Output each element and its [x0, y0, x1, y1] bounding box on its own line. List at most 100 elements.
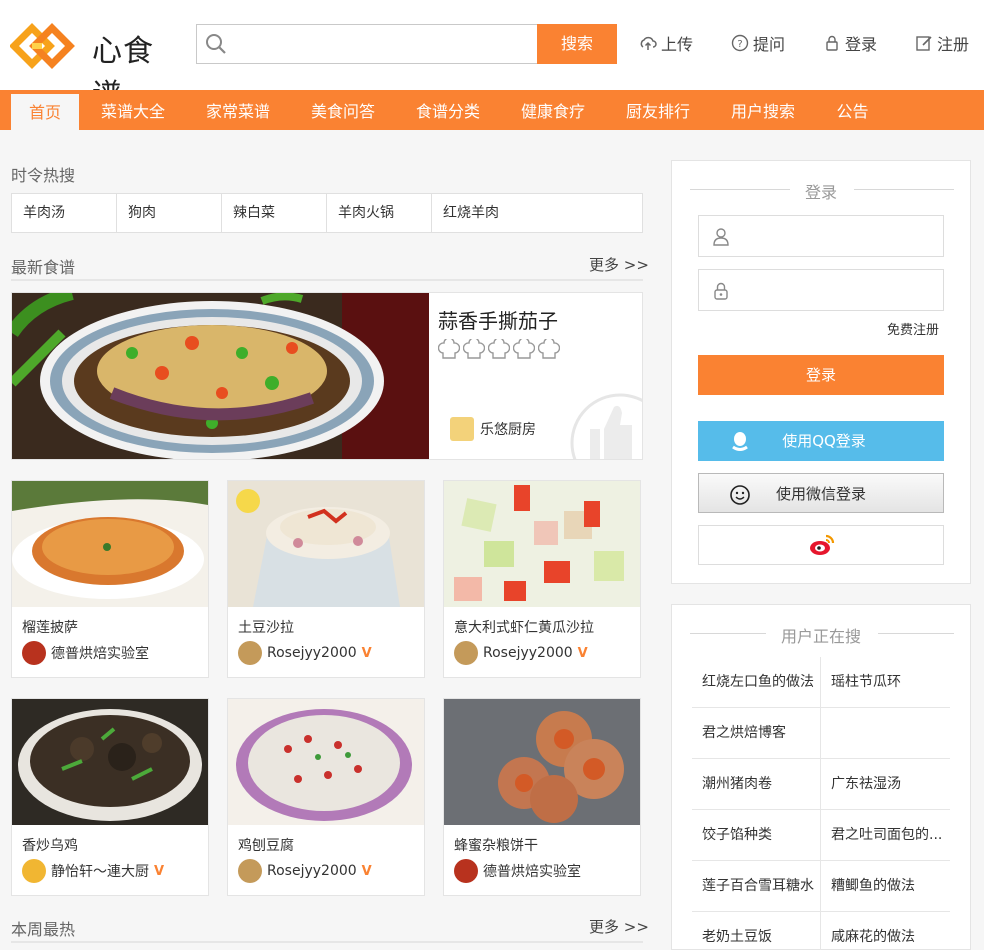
search-box: 搜索: [196, 24, 617, 64]
register-link[interactable]: 注册: [915, 32, 969, 54]
register-label: 注册: [937, 35, 970, 54]
recipe-card-author[interactable]: 德普烘焙实验室: [454, 859, 581, 883]
recipe-card[interactable]: 意大利式虾仁黄瓜沙拉 Rosejyy2000 V: [443, 480, 641, 678]
ask-link[interactable]: ? 提问: [731, 32, 785, 54]
search-term-link[interactable]: 红烧左口鱼的做法: [692, 657, 821, 707]
login-link[interactable]: 登录: [823, 32, 877, 54]
featured-recipe-author[interactable]: 乐悠厨房: [450, 417, 536, 441]
weekly-hot-title: 本周最热: [11, 920, 76, 939]
recipe-card-author[interactable]: 静怡轩～連大厨 V: [22, 859, 164, 883]
list-row: 君之烘焙博客: [692, 708, 950, 759]
user-icon: [713, 228, 729, 246]
avatar: [454, 641, 478, 665]
nav-item-notice[interactable]: 公告: [825, 90, 880, 130]
chicken-tofu-image: [228, 699, 424, 825]
search-term-link[interactable]: 瑶柱节瓜环: [821, 657, 950, 707]
search-term-link[interactable]: 莲子百合雪耳糖水: [692, 861, 821, 911]
free-register-link[interactable]: 免费注册: [887, 319, 939, 338]
wechat-login-label: 使用微信登录: [775, 485, 866, 503]
recipe-card-image[interactable]: [228, 699, 424, 825]
chef-hat-icon: [438, 339, 460, 359]
chef-hat-icon: [538, 339, 560, 359]
stir-fried-black-chicken-image: [12, 699, 208, 825]
recipe-card[interactable]: 蜂蜜杂粮饼干 德普烘焙实验室: [443, 698, 641, 896]
latest-more-link[interactable]: 更多 >>: [589, 254, 649, 275]
search-term-link[interactable]: 君之烘焙博客: [692, 708, 821, 758]
nav-item-home-cooking[interactable]: 家常菜谱: [195, 90, 281, 130]
recipe-card-author[interactable]: Rosejyy2000 V: [238, 641, 372, 665]
svg-text:?: ?: [737, 39, 742, 50]
hot-search-item[interactable]: 狗肉: [117, 194, 222, 232]
password-field[interactable]: [698, 269, 944, 311]
section-divider: [11, 941, 643, 943]
recipe-card-title[interactable]: 意大利式虾仁黄瓜沙拉: [454, 617, 594, 637]
login-button[interactable]: 登录: [698, 355, 944, 395]
weibo-login-button[interactable]: [698, 525, 944, 565]
search-term-link[interactable]: 广东祛湿汤: [821, 759, 950, 809]
nav-item-food-qa[interactable]: 美食问答: [300, 90, 386, 130]
author-name: 德普烘焙实验室: [51, 646, 149, 662]
chef-hat-icon: [488, 339, 510, 359]
search-term-link[interactable]: 咸麻花的做法: [821, 912, 950, 950]
password-input[interactable]: [739, 276, 929, 304]
qq-login-button[interactable]: 使用QQ登录: [698, 421, 944, 461]
list-row: 红烧左口鱼的做法 瑶柱节瓜环: [692, 657, 950, 708]
hot-search-item[interactable]: 羊肉火锅: [327, 194, 432, 232]
nav-item-home[interactable]: 首页: [11, 94, 79, 130]
hot-search-item[interactable]: 红烧羊肉: [432, 194, 642, 232]
site-logo[interactable]: 心食谱: [10, 16, 175, 113]
username-field[interactable]: [698, 215, 944, 257]
recipe-card-title[interactable]: 鸡刨豆腐: [238, 835, 294, 855]
main-nav: 首页 菜谱大全 家常菜谱 美食问答 食谱分类 健康食疗 厨友排行 用户搜索 公告: [0, 90, 984, 130]
recipe-card-image[interactable]: [444, 481, 640, 607]
recipe-card-title[interactable]: 土豆沙拉: [238, 617, 294, 637]
recipe-card[interactable]: 鸡刨豆腐 Rosejyy2000 V: [227, 698, 425, 896]
nav-item-all-recipes[interactable]: 菜谱大全: [90, 90, 176, 130]
username-input[interactable]: [739, 222, 929, 250]
weibo-icon: [810, 534, 835, 555]
search-term-link[interactable]: [821, 708, 950, 758]
recipe-card[interactable]: 香炒乌鸡 静怡轩～連大厨 V: [11, 698, 209, 896]
weekly-more-link[interactable]: 更多 >>: [589, 916, 649, 937]
search-input[interactable]: [233, 29, 533, 59]
search-term-link[interactable]: 饺子馅种类: [692, 810, 821, 860]
recipe-card-image[interactable]: [228, 481, 424, 607]
nav-item-health-diet[interactable]: 健康食疗: [510, 90, 596, 130]
recipe-card-title[interactable]: 榴莲披萨: [22, 617, 78, 637]
avatar: [238, 859, 262, 883]
hot-search-item[interactable]: 辣白菜: [222, 194, 327, 232]
recipe-card-author[interactable]: Rosejyy2000 V: [238, 859, 372, 883]
featured-recipe-title[interactable]: 蒜香手撕茄子: [438, 305, 558, 334]
hot-search-list: 羊肉汤 狗肉 辣白菜 羊肉火锅 红烧羊肉: [11, 193, 643, 233]
search-term-link[interactable]: 君之吐司面包的...: [821, 810, 950, 860]
nav-item-user-search[interactable]: 用户搜索: [720, 90, 806, 130]
recipe-card[interactable]: 土豆沙拉 Rosejyy2000 V: [227, 480, 425, 678]
recipe-card-title[interactable]: 香炒乌鸡: [22, 835, 78, 855]
wechat-login-button[interactable]: 使用微信登录: [698, 473, 944, 513]
potato-salad-image: [228, 481, 424, 607]
search-term-link[interactable]: 潮州猪肉卷: [692, 759, 821, 809]
search-term-link[interactable]: 老奶土豆饭: [692, 912, 821, 950]
recipe-card-author[interactable]: Rosejyy2000 V: [454, 641, 588, 665]
featured-recipe[interactable]: 蒜香手撕茄子 乐悠厨房: [11, 292, 643, 460]
nav-item-categories[interactable]: 食谱分类: [405, 90, 491, 130]
upload-link[interactable]: 上传: [639, 32, 693, 54]
featured-recipe-image[interactable]: [12, 293, 429, 459]
logo-mark-icon: [10, 23, 75, 69]
verified-v-icon: V: [577, 645, 588, 661]
recipe-card[interactable]: 榴莲披萨 德普烘焙实验室: [11, 480, 209, 678]
nav-item-ranking[interactable]: 厨友排行: [615, 90, 701, 130]
ask-label: 提问: [753, 35, 786, 54]
shrimp-cucumber-salad-image: [444, 481, 640, 607]
recipe-card-author[interactable]: 德普烘焙实验室: [22, 641, 149, 665]
recipe-card-image[interactable]: [12, 699, 208, 825]
recipe-card-title[interactable]: 蜂蜜杂粮饼干: [454, 835, 538, 855]
verified-v-icon: V: [361, 863, 372, 879]
search-term-link[interactable]: 糟鲫鱼的做法: [821, 861, 950, 911]
durian-pizza-image: [12, 481, 208, 607]
recipe-card-image[interactable]: [12, 481, 208, 607]
search-button[interactable]: 搜索: [537, 24, 617, 64]
recipe-card-image[interactable]: [444, 699, 640, 825]
lock-icon: [826, 35, 838, 51]
hot-search-item[interactable]: 羊肉汤: [12, 194, 117, 232]
